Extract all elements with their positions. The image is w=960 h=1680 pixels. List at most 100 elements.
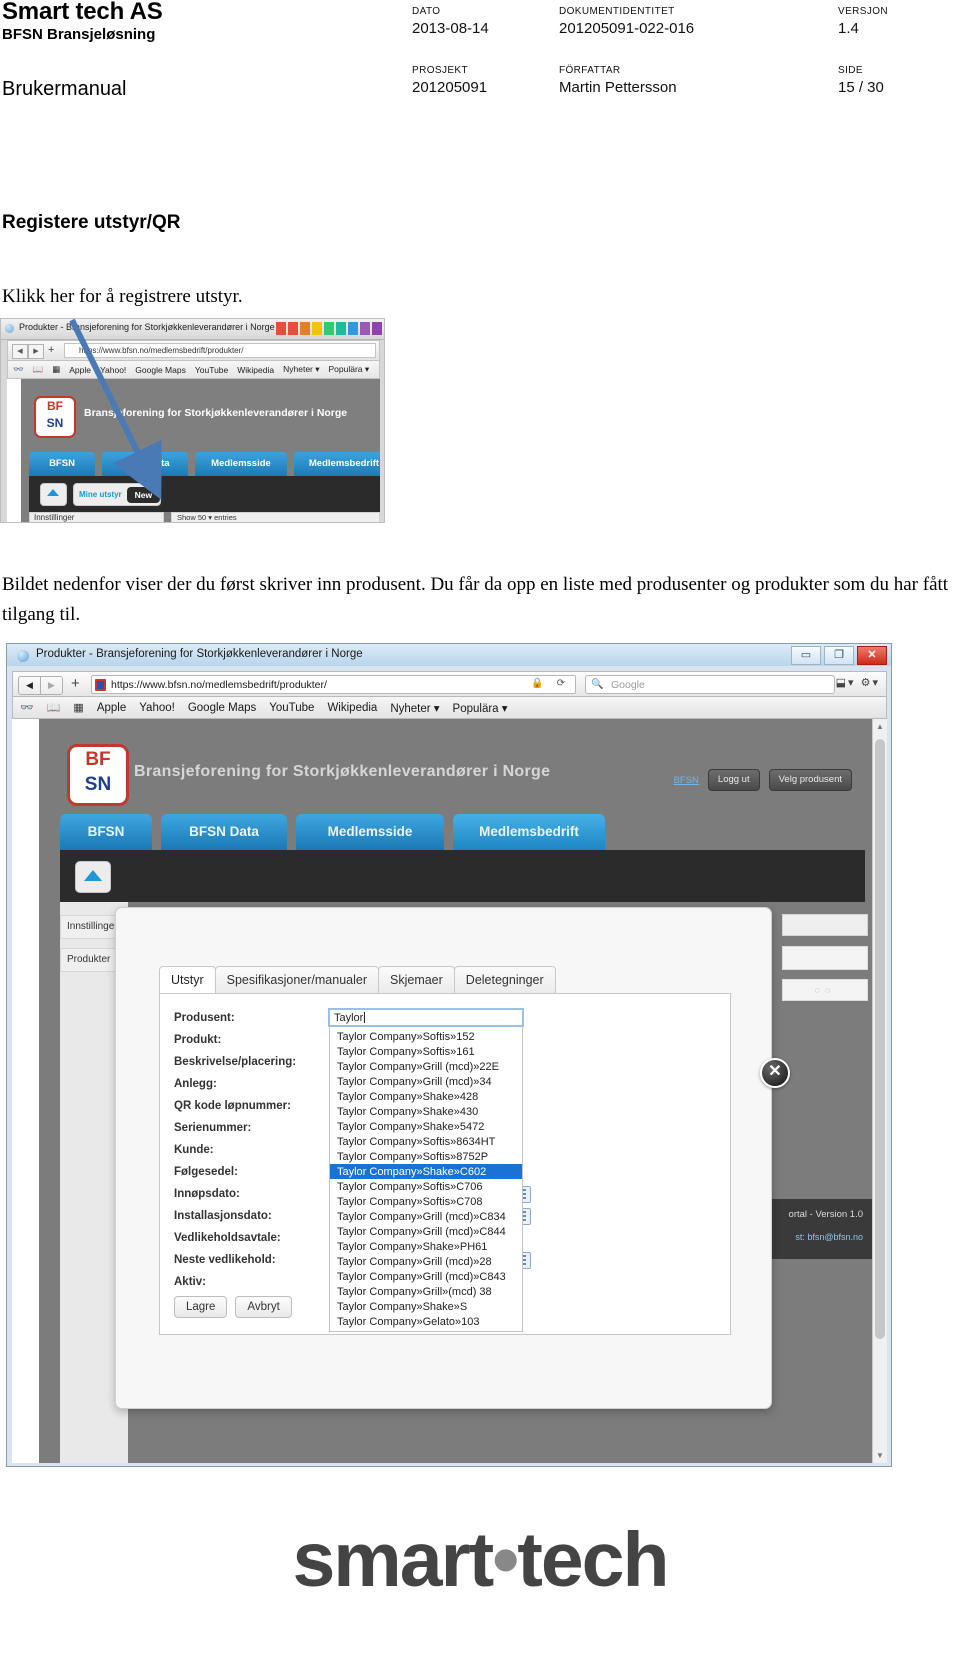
- scroll-thumb[interactable]: [875, 739, 885, 1339]
- s2-toolbar-extras[interactable]: ⬓▾ ⚙▾: [836, 676, 880, 689]
- s1-new-button[interactable]: New: [126, 486, 161, 503]
- s2-tab-bfsn-data[interactable]: BFSN Data: [161, 814, 287, 850]
- search-icon: 🔍: [591, 679, 604, 690]
- autocomplete-option[interactable]: Taylor Company»Shake»428: [330, 1089, 522, 1104]
- autocomplete-option[interactable]: Taylor Company»Grill»(mcd) 38: [330, 1284, 522, 1299]
- autocomplete-option[interactable]: Taylor Company»Grill (mcd)»C834: [330, 1209, 522, 1224]
- s2-book-icon[interactable]: 📖: [47, 701, 61, 714]
- autocomplete-option[interactable]: Taylor Company»Shake»S: [330, 1299, 522, 1314]
- s2-bookmark-apple[interactable]: Apple: [97, 702, 126, 714]
- produsent-autocomplete-input[interactable]: Taylor: [328, 1008, 524, 1027]
- s2-nav-buttons[interactable]: ◀ ▶: [18, 676, 63, 695]
- modal-tab-deletegninger[interactable]: Deletegninger: [453, 966, 556, 994]
- s2-tab-bfsn[interactable]: BFSN: [60, 814, 152, 850]
- meta-forfatter: FÖRFATTAR Martin Pettersson: [559, 65, 677, 96]
- autocomplete-option[interactable]: Taylor Company»Softis»152: [330, 1029, 522, 1044]
- autocomplete-option[interactable]: Taylor Company»Grill (mcd)»22E: [330, 1059, 522, 1074]
- s2-right-widget-2[interactable]: [782, 946, 868, 970]
- logo-text-smart: smart: [292, 1517, 494, 1603]
- autocomplete-option[interactable]: Taylor Company»Shake»430: [330, 1104, 522, 1119]
- scroll-up-icon[interactable]: ▲: [876, 722, 884, 731]
- s2-search-input[interactable]: 🔍 Google: [585, 675, 835, 694]
- s1-bookmark-youtube[interactable]: YouTube: [195, 365, 228, 375]
- meta-versjon: VERSJON 1.4: [838, 6, 888, 37]
- s2-bookmark-youtube[interactable]: YouTube: [269, 702, 314, 714]
- autocomplete-option[interactable]: Taylor Company»Grill (mcd)»34: [330, 1074, 522, 1089]
- s2-url-bar[interactable]: https://www.bfsn.no/medlemsbedrift/produ…: [91, 675, 576, 694]
- s2-bfsn-link[interactable]: BFSN: [674, 775, 699, 786]
- autocomplete-option[interactable]: Taylor Company»Shake»5472: [330, 1119, 522, 1134]
- s2-footer-version: ortal - Version 1.0: [788, 1209, 863, 1220]
- s1-tab-bfsn[interactable]: BFSN: [29, 452, 95, 476]
- s2-bookmark-yahoo[interactable]: Yahoo!: [139, 702, 175, 714]
- s2-select-producer-button[interactable]: Velg produsent: [768, 769, 852, 791]
- s1-bookmark-wikipedia[interactable]: Wikipedia: [237, 365, 274, 375]
- s1-settings-panel[interactable]: Innstillinger: [29, 512, 164, 522]
- s2-home-icon[interactable]: [75, 861, 111, 893]
- s1-bookmark-nyheter[interactable]: Nyheter ▾: [283, 364, 319, 375]
- s2-bookmark-populara[interactable]: Populära ▾: [453, 701, 508, 715]
- meta-dokid-label: DOKUMENTIDENTITET: [559, 6, 675, 17]
- s1-tab-medlemsbedrift[interactable]: Medlemsbedrift: [294, 452, 380, 476]
- s1-mine-utstyr-button[interactable]: Mine utstyr: [74, 490, 127, 499]
- modal-tab-spesifikasjoner[interactable]: Spesifikasjoner/manualer: [214, 966, 379, 994]
- s2-footer-email: st: bfsn@bfsn.no: [795, 1232, 863, 1242]
- autocomplete-option[interactable]: Taylor Company»Grill (mcd)»C844: [330, 1224, 522, 1239]
- s1-tab-bfsn-data[interactable]: BFSN Data: [102, 452, 188, 476]
- modal-tab-utstyr[interactable]: Utstyr: [159, 966, 216, 994]
- scroll-down-icon[interactable]: ▼: [876, 1451, 884, 1460]
- s2-right-widget-3[interactable]: ◌◌: [782, 979, 868, 1001]
- reader-icon[interactable]: 👓: [13, 364, 24, 375]
- s1-home-icon[interactable]: [40, 483, 67, 506]
- s1-bookmark-apple[interactable]: Apple: [69, 365, 91, 375]
- s2-bookmark-wikipedia[interactable]: Wikipedia: [327, 702, 377, 714]
- autocomplete-option[interactable]: Taylor Company»Softis»8634HT: [330, 1134, 522, 1149]
- cancel-button[interactable]: Avbryt: [235, 1296, 292, 1318]
- autocomplete-option[interactable]: Taylor Company»Shake»PH61: [330, 1239, 522, 1254]
- s2-bookmark-nyheter[interactable]: Nyheter ▾: [390, 701, 439, 715]
- document-header: Smart tech AS BFSN Bransjeløsning Bruker…: [0, 0, 960, 120]
- modal-tab-skjemaer[interactable]: Skjemaer: [378, 966, 455, 994]
- favicon-icon: [5, 324, 14, 333]
- s1-new-tab-icon[interactable]: +: [48, 344, 54, 356]
- meta-side: SIDE 15 / 30: [838, 65, 884, 96]
- meta-dato: DATO 2013-08-14: [412, 6, 489, 37]
- modal-tabs: Utstyr Spesifikasjoner/manualer Skjemaer…: [159, 966, 556, 994]
- s2-lock-reload-icons[interactable]: 🔒 ⟳: [531, 678, 570, 689]
- autocomplete-option[interactable]: Taylor Company»Gelato»103: [330, 1314, 522, 1329]
- s2-right-widget-1[interactable]: [782, 914, 868, 936]
- modal-close-icon[interactable]: ✕: [760, 1058, 790, 1088]
- meta-dato-value: 2013-08-14: [412, 20, 489, 37]
- autocomplete-option[interactable]: Taylor Company»Softis»C708: [330, 1194, 522, 1209]
- s1-bookmark-yahoo[interactable]: Yahoo!: [100, 365, 126, 375]
- autocomplete-option[interactable]: Taylor Company»Grill (mcd)»C843: [330, 1269, 522, 1284]
- s1-nav-buttons[interactable]: ◀ ▶: [12, 344, 44, 359]
- s1-url-bar[interactable]: https://www.bfsn.no/medlemsbedrift/produ…: [64, 343, 376, 358]
- autocomplete-option[interactable]: Taylor Company»Grill (mcd)»28: [330, 1254, 522, 1269]
- maximize-button[interactable]: ❐: [824, 646, 854, 665]
- s2-logout-button[interactable]: Logg ut: [707, 769, 760, 791]
- s1-tab-medlemsside[interactable]: Medlemsside: [195, 452, 287, 476]
- s1-bookmark-populara[interactable]: Populära ▾: [329, 364, 370, 375]
- s1-site-brand: Bransjeforening for Storkjøkkenleverandø…: [84, 407, 348, 419]
- autocomplete-option[interactable]: Taylor Company»Softis»161: [330, 1044, 522, 1059]
- s2-new-tab-icon[interactable]: +: [71, 675, 80, 692]
- s1-bookmark-googlemaps[interactable]: Google Maps: [135, 365, 186, 375]
- grid-icon[interactable]: ▦: [52, 364, 60, 375]
- s2-reader-icon[interactable]: 👓: [20, 701, 34, 714]
- s2-tab-medlemsside[interactable]: Medlemsside: [296, 814, 444, 850]
- minimize-button[interactable]: ▭: [791, 646, 821, 665]
- s1-show-entries[interactable]: Show 50 ▾ entries: [171, 512, 380, 522]
- s2-favicon-icon: [17, 650, 29, 662]
- book-icon[interactable]: 📖: [33, 364, 44, 375]
- autocomplete-option[interactable]: Taylor Company»Softis»C706: [330, 1179, 522, 1194]
- save-button[interactable]: Lagre: [174, 1296, 228, 1318]
- autocomplete-option-selected[interactable]: Taylor Company»Shake»C602: [330, 1164, 522, 1179]
- s2-grid-icon[interactable]: ▦: [73, 701, 83, 714]
- s2-tab-medlemsbedrift[interactable]: Medlemsbedrift: [453, 814, 605, 850]
- s2-scrollbar[interactable]: ▲ ▼: [872, 719, 887, 1463]
- autocomplete-option[interactable]: Taylor Company»Softis»8752P: [330, 1149, 522, 1164]
- color-swatches: [276, 322, 382, 335]
- s2-bookmark-googlemaps[interactable]: Google Maps: [188, 702, 256, 714]
- close-button[interactable]: ✕: [857, 646, 887, 665]
